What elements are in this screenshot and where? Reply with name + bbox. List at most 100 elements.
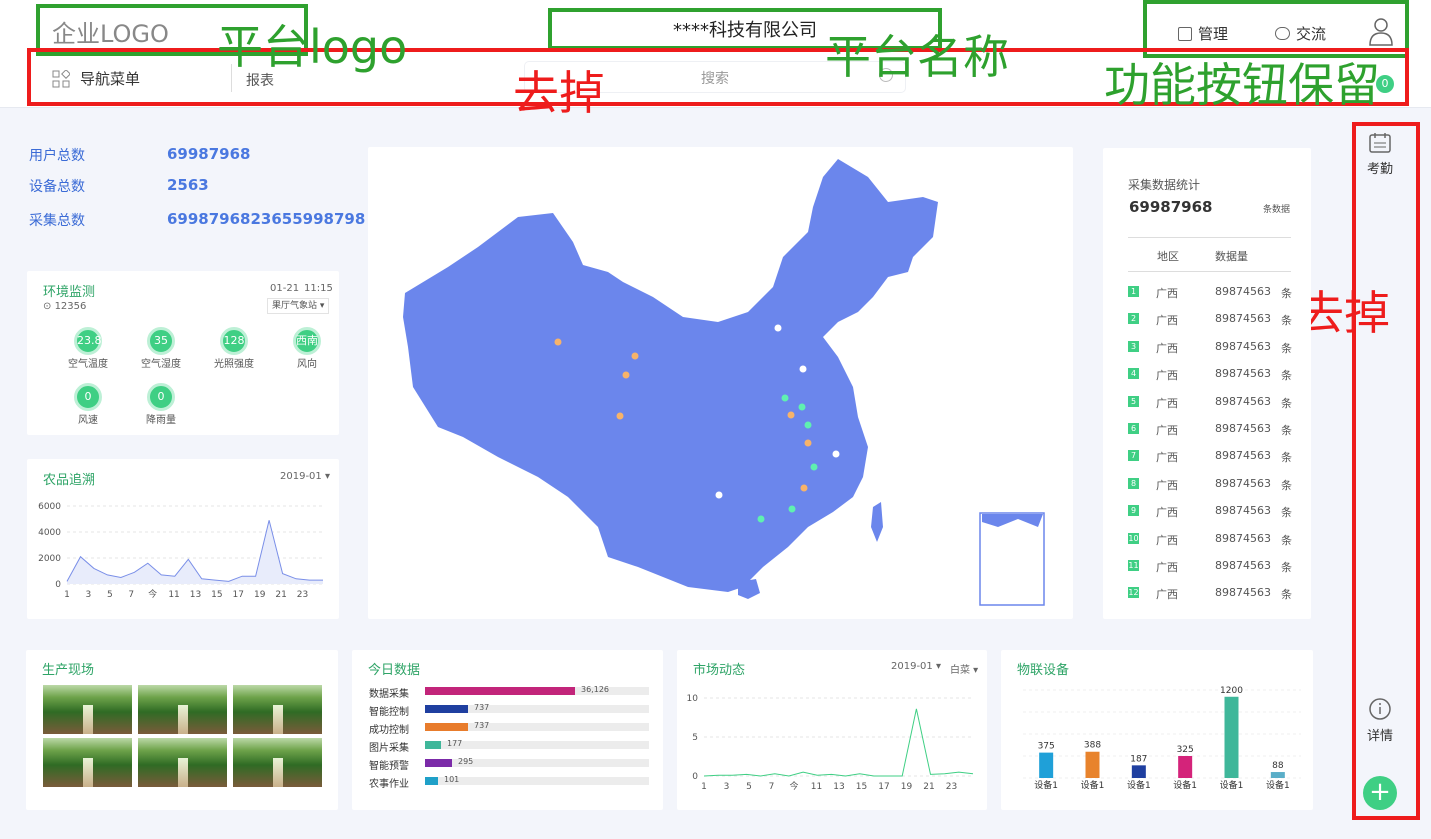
series-line bbox=[703, 708, 974, 777]
row-index: 7 bbox=[1128, 450, 1139, 462]
table-row: 8 广西 89874563 条 bbox=[1128, 477, 1303, 492]
row-unit: 条 bbox=[1281, 561, 1292, 574]
env-item-label: 空气温度 bbox=[68, 359, 108, 370]
table-row: 9 广西 89874563 条 bbox=[1128, 504, 1303, 519]
divider bbox=[1128, 237, 1291, 238]
row-unit: 条 bbox=[1281, 424, 1292, 437]
row-amount: 89874563 bbox=[1215, 449, 1271, 463]
row-index: 2 bbox=[1128, 313, 1139, 325]
table-row: 11 广西 89874563 条 bbox=[1128, 559, 1303, 574]
market-period: 2019-01 bbox=[891, 661, 933, 672]
today-row-bar bbox=[425, 723, 468, 731]
x-tick-label: 17 bbox=[878, 782, 889, 792]
env-title: 环境监测 bbox=[43, 285, 96, 300]
map-point bbox=[798, 403, 806, 411]
row-region: 广西 bbox=[1156, 287, 1178, 300]
env-value-bubble: 0 bbox=[147, 383, 175, 411]
map-point bbox=[799, 365, 807, 373]
row-unit: 条 bbox=[1281, 396, 1292, 410]
market-card: 市场动态 2019-01 ▾ 白菜 ▾ 10 5 0 1 3 5 7 今 11 13 15 17 19 2… bbox=[677, 650, 987, 810]
x-tick-label: 19 bbox=[254, 590, 266, 600]
env-item: 128 光照强度 bbox=[206, 327, 262, 370]
env-item: 0 风速 bbox=[60, 383, 116, 426]
x-tick-label: 13 bbox=[833, 782, 844, 792]
china-map bbox=[403, 159, 1045, 606]
row-region: 广西 bbox=[1156, 396, 1178, 410]
market-period-select[interactable]: 2019-01 ▾ bbox=[891, 661, 941, 672]
row-region: 广西 bbox=[1156, 451, 1178, 465]
x-tick-label: 7 bbox=[128, 590, 134, 600]
bar-category-label: 设备1 bbox=[1127, 779, 1151, 791]
row-amount: 89874563 bbox=[1215, 422, 1271, 435]
farm-photo[interactable] bbox=[43, 738, 132, 787]
today-row-label: 智能预警 bbox=[369, 761, 409, 772]
env-date: 01-21 bbox=[270, 283, 300, 294]
row-amount: 89874563 bbox=[1215, 504, 1271, 518]
y-tick-label: 10 bbox=[687, 694, 699, 704]
table-row: 5 广西 89874563 条 bbox=[1128, 395, 1303, 410]
market-title: 市场动态 bbox=[693, 663, 746, 678]
env-item-label: 风向 bbox=[297, 359, 317, 370]
x-tick-label: 7 bbox=[769, 782, 775, 792]
today-row-bar bbox=[425, 687, 575, 695]
x-tick-label: 11 bbox=[811, 782, 822, 792]
hainan-island bbox=[738, 579, 760, 599]
china-map-card bbox=[368, 147, 1073, 619]
production-title: 生产现场 bbox=[42, 663, 95, 678]
iot-bar bbox=[1270, 772, 1285, 778]
map-point bbox=[832, 450, 840, 458]
col-region: 地区 bbox=[1157, 250, 1179, 263]
map-point bbox=[788, 505, 796, 513]
map-point bbox=[804, 421, 812, 429]
x-tick-label: 17 bbox=[233, 590, 244, 600]
env-value-bubble: 35 bbox=[147, 327, 175, 355]
y-tick-label: 4000 bbox=[38, 528, 61, 538]
row-amount: 89874563 bbox=[1215, 531, 1271, 545]
today-row-value: 737 bbox=[474, 703, 490, 712]
farm-photo[interactable] bbox=[233, 685, 322, 734]
table-row: 2 广西 89874563 条 bbox=[1128, 312, 1303, 328]
today-row-label: 智能控制 bbox=[369, 707, 409, 718]
attendance-button[interactable]: 考勤 bbox=[1360, 132, 1400, 177]
env-item: 0 降雨量 bbox=[133, 383, 189, 426]
x-tick-label: 23 bbox=[946, 782, 957, 792]
devices-label: 设备总数 bbox=[29, 179, 85, 195]
trace-card: 农品追溯 2019-01 ▾ 6000 4000 2000 0 1 3 5 7 今 11 13 15 1… bbox=[27, 459, 339, 619]
today-row-label: 成功控制 bbox=[369, 725, 409, 736]
env-item: 23.8 空气温度 bbox=[60, 327, 116, 370]
iot-bar bbox=[1131, 765, 1146, 778]
production-card: 生产现场 bbox=[26, 650, 338, 810]
row-index: 11 bbox=[1128, 560, 1139, 571]
row-amount: 89874563 bbox=[1215, 339, 1271, 353]
farm-photo[interactable] bbox=[138, 685, 227, 734]
y-tick-label: 0 bbox=[55, 580, 61, 590]
map-point bbox=[554, 338, 562, 346]
farm-photo[interactable] bbox=[43, 685, 132, 734]
bar-value-label: 88 bbox=[1272, 761, 1284, 771]
x-tick-label: 21 bbox=[923, 782, 934, 792]
x-tick-label: 15 bbox=[856, 782, 867, 792]
market-item-select[interactable]: 白菜 ▾ bbox=[950, 661, 978, 676]
row-region: 广西 bbox=[1156, 314, 1178, 328]
add-button[interactable]: + bbox=[1363, 776, 1397, 810]
station-select[interactable]: 果厅气象站 ▾ bbox=[267, 298, 329, 314]
row-unit: 条 bbox=[1281, 314, 1292, 328]
row-region: 广西 bbox=[1156, 369, 1178, 383]
table-row: 3 广西 89874563 条 bbox=[1128, 339, 1303, 355]
collect-value: 6998796823655998798 bbox=[167, 210, 366, 228]
row-unit: 条 bbox=[1281, 287, 1292, 300]
farm-photo[interactable] bbox=[138, 738, 227, 787]
map-point bbox=[631, 352, 639, 360]
today-row-value: 295 bbox=[458, 757, 474, 766]
row-region: 广西 bbox=[1156, 588, 1178, 602]
x-tick-label: 21 bbox=[275, 590, 286, 600]
trace-title: 农品追溯 bbox=[43, 473, 96, 488]
details-button[interactable]: 详情 bbox=[1360, 697, 1400, 744]
trace-period-select[interactable]: 2019-01 ▾ bbox=[280, 471, 330, 482]
farm-photo[interactable] bbox=[233, 738, 322, 787]
table-row: 4 广西 89874563 条 bbox=[1128, 367, 1303, 383]
today-row-bar bbox=[425, 759, 452, 767]
pin-icon: ⊙ bbox=[43, 301, 55, 312]
annotation-name-text: 平台名称 bbox=[825, 30, 1009, 84]
row-index: 3 bbox=[1128, 340, 1139, 352]
